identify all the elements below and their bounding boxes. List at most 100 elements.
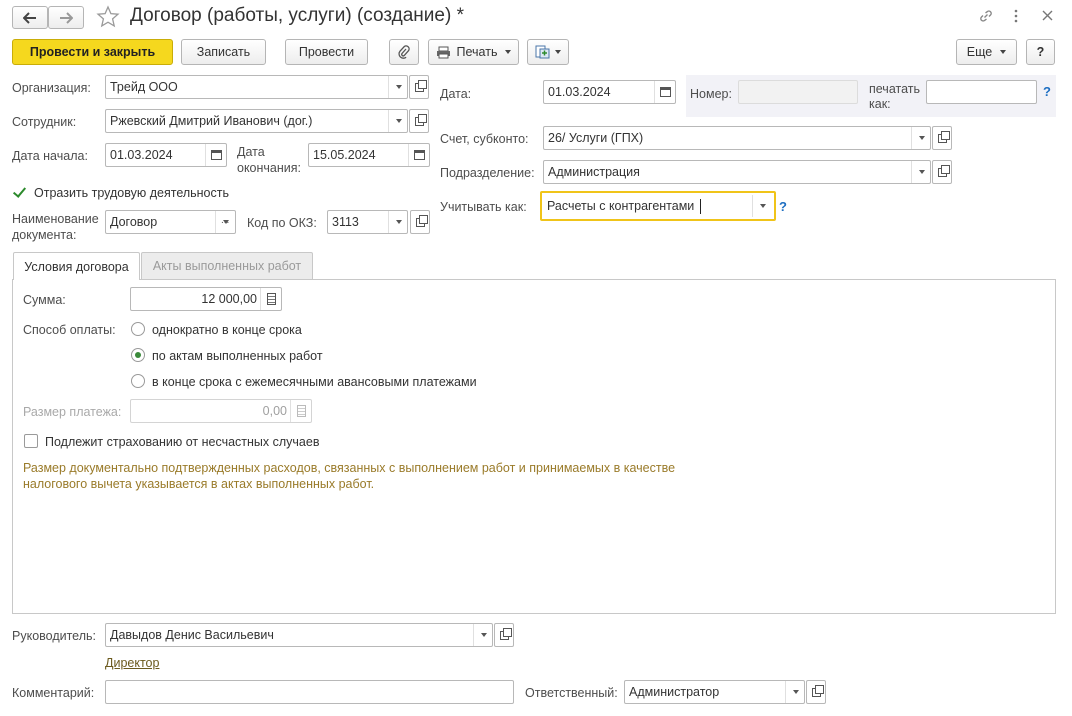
account-as-label: Учитывать как: [440, 200, 527, 214]
payment-option-acts-radio[interactable] [131, 348, 145, 362]
favorite-star-icon[interactable] [96, 5, 120, 32]
insurance-label[interactable]: Подлежит страхованию от несчастных случа… [45, 435, 319, 449]
start-date-field[interactable]: 01.03.2024 [105, 143, 227, 167]
print-as-field[interactable] [926, 80, 1037, 104]
start-date-value: 01.03.2024 [110, 148, 173, 162]
print-as-label-1: печатать [869, 82, 920, 96]
account-as-help-icon[interactable]: ? [779, 199, 787, 214]
open-icon [499, 627, 512, 640]
close-icon[interactable] [1042, 10, 1053, 24]
account-as-field[interactable]: Расчеты с контрагентами [540, 191, 776, 221]
payment-option-once-radio[interactable] [131, 322, 145, 336]
note-line-1: Размер документально подтвержденных расх… [23, 461, 676, 475]
chevron-down-icon[interactable] [388, 211, 408, 233]
number-label: Номер: [690, 87, 732, 101]
comment-field[interactable] [105, 680, 514, 704]
select-ellipsis[interactable]: ... [221, 215, 229, 226]
department-label: Подразделение: [440, 166, 535, 180]
more-label: Еще [966, 45, 993, 59]
end-date-field[interactable]: 15.05.2024 [308, 143, 430, 167]
organization-open-button[interactable] [409, 75, 429, 99]
sum-field[interactable]: 12 000,00 [130, 287, 282, 311]
employee-field[interactable]: Ржевский Дмитрий Иванович (дог.) [105, 109, 408, 133]
okz-label: Код по ОКЗ: [247, 216, 317, 230]
account-field[interactable]: 26/ Услуги (ГПХ) [543, 126, 931, 150]
chevron-down-icon[interactable] [752, 195, 772, 217]
tab-completed-works-acts[interactable]: Акты выполненных работ [141, 252, 313, 279]
tab-contract-conditions[interactable]: Условия договора [13, 252, 140, 280]
okz-open-button[interactable] [410, 210, 430, 234]
print-as-label-2: как: [869, 97, 891, 111]
attach-button[interactable] [389, 39, 419, 65]
employee-value: Ржевский Дмитрий Иванович (дог.) [110, 114, 313, 128]
save-button[interactable]: Записать [181, 39, 266, 65]
tab-contract-conditions-label: Условия договора [24, 259, 129, 274]
reflect-work-checkbox[interactable] [13, 185, 27, 199]
calculator-icon[interactable] [260, 288, 281, 310]
insurance-checkbox[interactable] [24, 434, 38, 448]
forward-button[interactable] [48, 6, 84, 29]
chevron-down-icon[interactable] [911, 161, 931, 183]
back-button[interactable] [12, 6, 48, 29]
print-label: Печать [456, 45, 498, 59]
employee-open-button[interactable] [409, 109, 429, 133]
head-position-link[interactable]: Директор [105, 656, 159, 670]
department-field[interactable]: Администрация [543, 160, 931, 184]
department-open-button[interactable] [932, 160, 952, 184]
payment-option-monthly-label[interactable]: в конце срока с ежемесячными авансовыми … [152, 375, 477, 389]
head-open-button[interactable] [494, 623, 514, 647]
responsible-label: Ответственный: [525, 686, 618, 700]
account-value: 26/ Услуги (ГПХ) [548, 131, 644, 145]
arrow-left-icon [23, 11, 36, 24]
note-line-2: налогового вычета указывается в актах вы… [23, 477, 375, 491]
arrow-right-icon [60, 11, 73, 24]
help-button[interactable]: ? [1026, 39, 1055, 65]
end-date-label-2: окончания: [237, 161, 302, 175]
calendar-icon[interactable] [205, 144, 226, 166]
post-and-close-button[interactable]: Провести и закрыть [12, 39, 173, 65]
more-vertical-icon[interactable] [1014, 9, 1018, 26]
reflect-work-label[interactable]: Отразить трудовую деятельность [34, 186, 229, 200]
sum-value: 12 000,00 [201, 292, 257, 306]
open-icon [937, 130, 950, 143]
chevron-down-icon[interactable] [473, 624, 493, 646]
chevron-down-icon[interactable] [388, 110, 408, 132]
head-field[interactable]: Давыдов Денис Васильевич [105, 623, 493, 647]
employee-label: Сотрудник: [12, 115, 77, 129]
payment-size-field: 0,00 [130, 399, 312, 423]
date-field[interactable]: 01.03.2024 [543, 80, 676, 104]
open-icon [414, 79, 427, 92]
payment-option-acts-label[interactable]: по актам выполненных работ [152, 349, 323, 363]
chevron-down-icon[interactable] [785, 681, 805, 703]
start-date-label: Дата начала: [12, 149, 88, 163]
doc-name-field[interactable]: Договор [105, 210, 236, 234]
organization-field[interactable]: Трейд ООО [105, 75, 408, 99]
tab-completed-works-acts-label: Акты выполненных работ [152, 259, 302, 273]
date-label: Дата: [440, 87, 472, 101]
department-value: Администрация [548, 165, 640, 179]
responsible-field[interactable]: Администратор [624, 680, 805, 704]
link-icon[interactable] [978, 8, 994, 27]
responsible-open-button[interactable] [806, 680, 826, 704]
okz-field[interactable]: 3113 [327, 210, 408, 234]
create-based-on-button[interactable] [527, 39, 569, 65]
chevron-down-icon[interactable] [911, 127, 931, 149]
calendar-icon[interactable] [654, 81, 675, 103]
account-label: Счет, субконто: [440, 132, 529, 146]
open-icon [415, 214, 428, 227]
more-button[interactable]: Еще [956, 39, 1017, 65]
payment-option-once-label[interactable]: однократно в конце срока [152, 323, 302, 337]
date-value: 01.03.2024 [548, 85, 611, 99]
print-button[interactable]: Печать [428, 39, 519, 65]
number-field[interactable] [738, 80, 858, 104]
print-as-help-icon[interactable]: ? [1043, 84, 1051, 99]
responsible-value: Администратор [629, 685, 720, 699]
payment-option-monthly-radio[interactable] [131, 374, 145, 388]
account-open-button[interactable] [932, 126, 952, 150]
post-button[interactable]: Провести [285, 39, 368, 65]
paperclip-icon [398, 45, 410, 59]
calendar-icon[interactable] [408, 144, 429, 166]
printer-icon [436, 46, 450, 58]
chevron-down-icon[interactable] [388, 76, 408, 98]
comment-label: Комментарий: [12, 686, 95, 700]
